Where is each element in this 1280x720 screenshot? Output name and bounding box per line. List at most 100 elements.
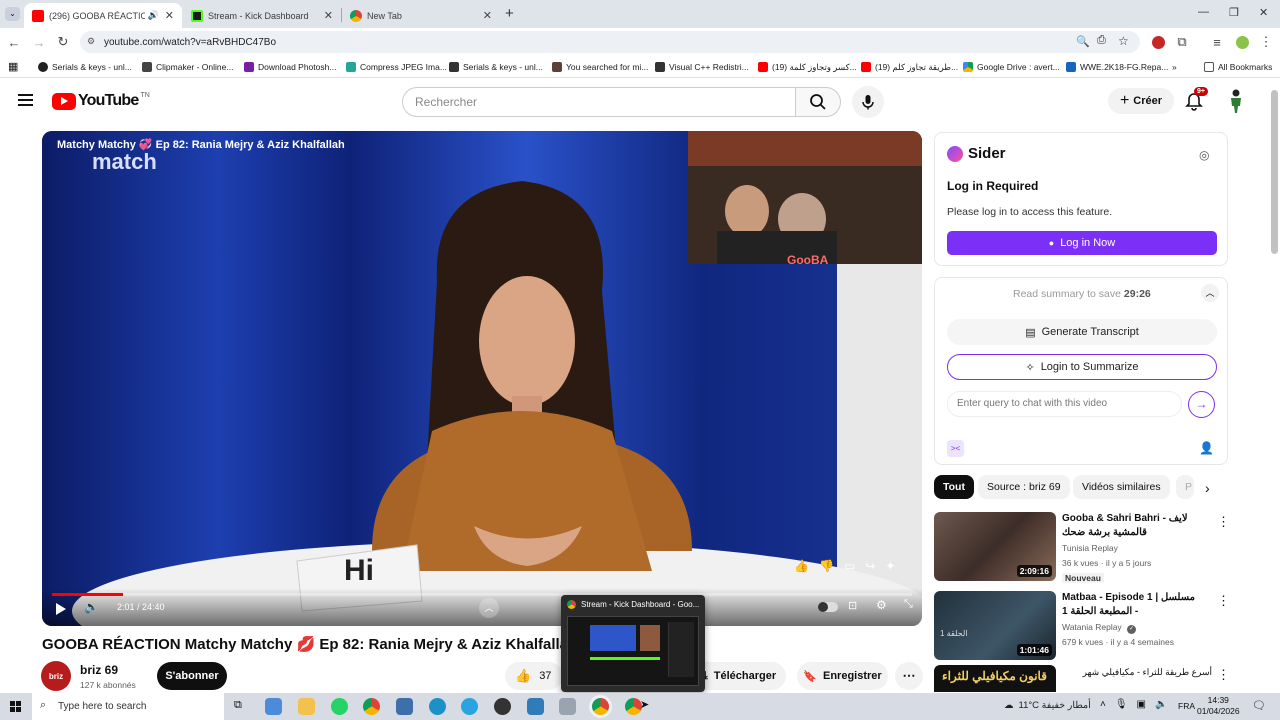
channel-name[interactable]: briz 69 — [80, 663, 118, 677]
download-button[interactable]: ⤓ Télécharger — [693, 662, 786, 690]
more-actions-button[interactable]: ⋯ — [895, 662, 923, 690]
user-icon[interactable]: 👤 — [1199, 441, 1214, 455]
dislike-overlay-icon[interactable]: 👎 — [819, 559, 834, 573]
fullscreen-icon[interactable]: ⤡ — [904, 598, 913, 611]
close-tab-icon[interactable]: ✕ — [165, 9, 174, 22]
create-button[interactable]: + Créer — [1108, 88, 1174, 114]
tab-kick[interactable]: Stream - Kick Dashboard ✕ — [183, 3, 341, 28]
channel-avatar[interactable]: briz — [41, 661, 71, 691]
speaker-icon[interactable]: 🔊 — [148, 10, 159, 21]
bookmark-item[interactable]: Compress JPEG Ima... — [346, 60, 447, 74]
address-bar[interactable]: ⚙ youtube.com/watch?v=aRvBHDC47Bo 🔍 ⎙ ☆ — [80, 31, 1140, 53]
back-icon[interactable]: ← — [6, 34, 22, 50]
chrome-active-icon[interactable] — [592, 698, 609, 715]
chat-input[interactable]: Enter query to chat with this video — [947, 391, 1182, 417]
sider-settings-icon[interactable]: ◎ — [1199, 148, 1209, 162]
more-kebab-icon[interactable]: ⋮ — [1217, 514, 1230, 530]
voice-search-button[interactable] — [852, 86, 884, 118]
more-kebab-icon[interactable]: ⋮ — [1217, 593, 1230, 609]
share-overlay-icon[interactable]: ↪ — [865, 559, 875, 573]
recommendation-thumbnail[interactable]: 1 الحلقة 1:01:46 — [934, 591, 1056, 660]
file-explorer-icon[interactable] — [298, 698, 315, 715]
comment-overlay-icon[interactable]: ▭ — [844, 559, 855, 573]
chips-next-icon[interactable]: › — [1205, 480, 1210, 496]
bookmark-item[interactable]: Google Drive : avert... — [963, 60, 1060, 74]
bookmark-item[interactable]: Visual C++ Redistri... — [655, 60, 749, 74]
hamburger-menu-icon[interactable] — [18, 94, 33, 106]
minimize-icon[interactable]: — — [1198, 6, 1209, 18]
bookmark-item[interactable]: Serials & keys - unl... — [38, 60, 132, 74]
all-bookmarks[interactable]: All Bookmarks — [1204, 60, 1272, 74]
notifications-button[interactable]: 9+ — [1185, 87, 1208, 111]
tab-youtube[interactable]: (296) GOOBA RÉACTION M 🔊 ✕ — [24, 3, 182, 28]
sider-chat-icon[interactable]: >< — [947, 440, 964, 457]
chevron-up-icon[interactable]: ︿ — [1201, 284, 1219, 302]
play-button[interactable] — [56, 603, 66, 615]
page-scrollbar[interactable] — [1271, 90, 1278, 254]
youtube-logo[interactable]: YouTube TN — [52, 92, 150, 110]
bookmark-item[interactable]: (19) كسر وتجاوز كلمة... — [758, 60, 857, 74]
bookmark-item[interactable]: WWE.2K18-FG.Repa... — [1066, 60, 1168, 74]
captions-icon[interactable]: ⊡ — [848, 599, 857, 612]
log-in-now-button[interactable]: ● Log in Now — [947, 231, 1217, 255]
recommendation-thumbnail[interactable]: قانون مكيافيلي للثراء — [934, 665, 1056, 692]
taskbar-preview[interactable]: Stream - Kick Dashboard - Goo... — [561, 595, 705, 692]
apps-grid-icon[interactable]: ▦ — [8, 60, 18, 73]
zoom-icon[interactable]: 🔍 — [1076, 35, 1090, 48]
bookmark-item[interactable]: (19) طريقة تجاوز كلم... — [861, 60, 958, 74]
subscribe-button[interactable]: S'abonner — [157, 662, 227, 690]
settings-gear-icon[interactable]: ⚙ — [876, 598, 887, 612]
store-icon[interactable] — [265, 698, 282, 715]
search-input[interactable]: Rechercher — [402, 87, 796, 117]
chevron-up-icon[interactable]: ︿ — [479, 598, 499, 618]
close-tab-icon[interactable]: ✕ — [483, 9, 492, 22]
network-icon[interactable]: ▣ — [1137, 699, 1146, 710]
account-avatar[interactable] — [1226, 88, 1246, 114]
edge-icon[interactable] — [429, 698, 446, 715]
close-tab-icon[interactable]: ✕ — [324, 9, 333, 22]
send-arrow-button[interactable]: → — [1188, 391, 1215, 418]
volume-icon[interactable]: 🔈 — [84, 600, 99, 614]
login-to-summarize-button[interactable]: ✧ Login to Summarize — [947, 354, 1217, 380]
chip-all[interactable]: Tout — [934, 475, 974, 499]
recommendation-thumbnail[interactable]: 2:09:16 — [934, 512, 1056, 581]
progress-bar[interactable] — [52, 593, 912, 596]
bookmark-item[interactable]: Serials & keys - unl... — [449, 60, 543, 74]
search-button[interactable] — [795, 87, 841, 117]
close-window-icon[interactable]: ✕ — [1259, 6, 1268, 19]
chip-more[interactable]: P — [1176, 475, 1194, 499]
bookmark-item[interactable]: Download Photosh... — [244, 60, 336, 74]
extensions-puzzle-icon[interactable]: ⧉ — [1174, 34, 1190, 50]
telegram-icon[interactable] — [461, 698, 478, 715]
reload-icon[interactable]: ↻ — [55, 34, 71, 50]
obs-icon[interactable] — [494, 698, 511, 715]
monitor-app-icon[interactable] — [527, 698, 544, 715]
autoplay-toggle[interactable] — [818, 602, 838, 612]
volume-tray-icon[interactable]: 🔈 — [1155, 699, 1167, 710]
save-button[interactable]: 🔖 Enregistrer — [797, 662, 888, 690]
mic-tray-icon[interactable]: 🎙 — [1115, 699, 1128, 710]
clip-app-icon[interactable] — [559, 698, 576, 715]
generate-transcript-button[interactable]: ▤ Generate Transcript — [947, 319, 1217, 345]
like-button[interactable]: 👍 37 — [505, 662, 563, 690]
site-info-icon[interactable]: ⚙ — [87, 36, 95, 47]
chrome-taskbar-icon[interactable] — [363, 698, 380, 715]
preview-thumbnail[interactable] — [567, 616, 699, 686]
notification-center-icon[interactable]: 🗨 — [1252, 699, 1266, 712]
whatsapp-icon[interactable] — [331, 698, 348, 715]
clock[interactable]: 14:39 01/04/2026 — [1197, 695, 1240, 717]
bookmark-item[interactable]: Clipmaker - Online... — [142, 60, 233, 74]
video-player[interactable]: Matchy Matchy 💞 Ep 82: Rania Mejry & Azi… — [42, 131, 922, 626]
recommendation-item[interactable]: 2:09:16 Gooba & Sahri Bahri - لايف قالمش… — [934, 512, 1234, 584]
forward-icon[interactable]: → — [31, 34, 47, 50]
recommendation-item[interactable]: قانون مكيافيلي للثراء أسرع طريقة للثراء … — [934, 665, 1234, 692]
media-control-icon[interactable]: ≡ — [1209, 34, 1225, 50]
new-tab-plus-icon[interactable]: + — [505, 5, 514, 22]
profile-icon[interactable] — [1234, 34, 1250, 50]
bookmark-item[interactable]: You searched for mi... — [552, 60, 648, 74]
restore-icon[interactable]: ❐ — [1229, 6, 1239, 19]
weather-widget[interactable]: ☁ 11°C أمطار خفيفة — [1004, 700, 1091, 711]
install-icon[interactable]: ⎙ — [1097, 34, 1106, 47]
extension-red-icon[interactable] — [1150, 34, 1166, 50]
like-overlay-icon[interactable]: 👍 — [794, 559, 809, 573]
